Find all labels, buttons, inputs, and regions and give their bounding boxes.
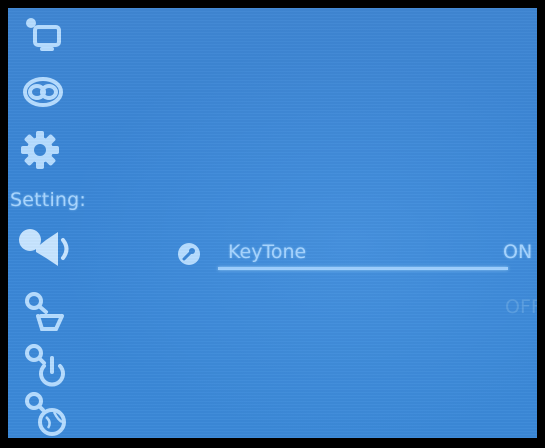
speaker-icon[interactable] [18, 228, 76, 270]
keytone-on-option[interactable]: ON [503, 241, 532, 263]
wrench-globe-icon[interactable] [24, 392, 68, 436]
keytone-option-row[interactable]: KeyTone [173, 236, 537, 276]
tv-frame: Setting: KeyTone ON OFF [0, 0, 545, 448]
wrench-power-icon[interactable] [24, 344, 68, 388]
display-icon[interactable] [23, 18, 63, 52]
row-highlight-underline [218, 267, 508, 270]
osd-screen: Setting: KeyTone ON OFF [8, 8, 537, 438]
keytone-off-option[interactable]: OFF [505, 296, 537, 318]
gear-icon[interactable] [20, 130, 60, 170]
wrench-icon [177, 242, 201, 266]
wrench-tv-icon[interactable] [24, 292, 68, 332]
sidebar-settings-label: Setting: [10, 189, 87, 211]
link-icon[interactable] [22, 76, 64, 108]
keytone-label: KeyTone [228, 241, 307, 263]
